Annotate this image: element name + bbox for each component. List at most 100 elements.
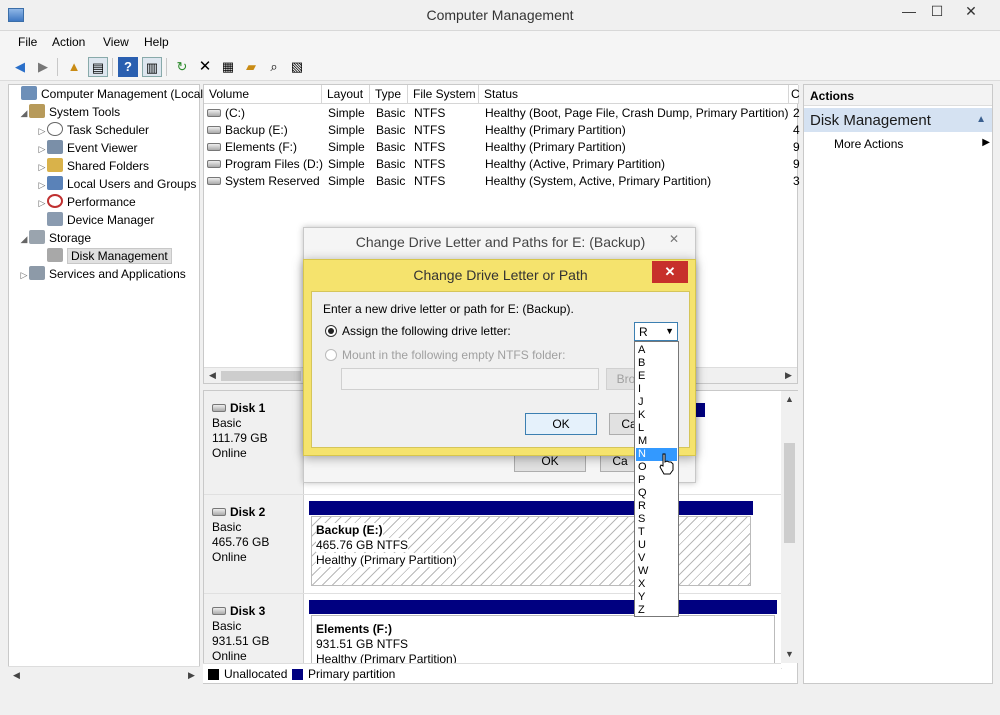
column-header-file-system[interactable]: File System xyxy=(408,85,479,104)
column-header-layout[interactable]: Layout xyxy=(322,85,370,104)
dialog-close-icon[interactable]: ✕ xyxy=(652,261,688,283)
dropdown-option-u[interactable]: U xyxy=(636,539,677,552)
toolbar-separator xyxy=(166,58,167,76)
dropdown-option-z[interactable]: Z xyxy=(636,604,677,617)
table-row[interactable]: Program Files (D:) Simple Basic NTFS Hea… xyxy=(207,156,800,173)
actions-pane: Actions Disk Management ▲ More Actions ▶ xyxy=(803,84,993,684)
ok-button[interactable]: OK xyxy=(525,413,597,435)
up-folder-icon[interactable]: ▲ xyxy=(64,57,84,77)
scrollbar-thumb[interactable] xyxy=(221,371,301,381)
menu-help[interactable]: Help xyxy=(144,35,169,49)
dropdown-option-l[interactable]: L xyxy=(636,422,677,435)
shared-folder-icon xyxy=(47,158,63,172)
show-hide-action-pane-icon[interactable]: ▥ xyxy=(142,57,162,77)
tree-item-computer-management[interactable]: Computer Management (Local xyxy=(11,86,203,104)
scrollbar-thumb[interactable] xyxy=(784,443,795,543)
users-icon xyxy=(47,176,63,190)
export-list-icon[interactable]: ▧ xyxy=(287,57,307,77)
chevron-down-icon[interactable]: ▼ xyxy=(665,326,674,336)
dropdown-option-b[interactable]: B xyxy=(636,357,677,370)
tree-item-services-applications[interactable]: ▷ Services and Applications xyxy=(11,266,199,284)
tree-item-disk-management[interactable]: Disk Management xyxy=(11,248,199,266)
tree-item-local-users-groups[interactable]: ▷ Local Users and Groups xyxy=(11,176,199,194)
close-button[interactable]: ✕ xyxy=(955,0,987,24)
actions-section-disk-management[interactable]: Disk Management ▲ xyxy=(804,108,992,132)
tree-item-shared-folders[interactable]: ▷ Shared Folders xyxy=(11,158,199,176)
disk-pane-vscrollbar[interactable]: ▲ ▼ xyxy=(781,391,798,663)
expand-arrow-icon[interactable]: ▷ xyxy=(37,198,47,209)
delete-icon[interactable]: ✕ xyxy=(195,57,215,77)
help-icon[interactable]: ? xyxy=(118,57,138,77)
maximize-button[interactable]: ☐ xyxy=(921,0,953,24)
drive-letter-select[interactable]: R ▼ xyxy=(634,322,678,341)
back-arrow-icon[interactable]: ◀ xyxy=(10,57,30,77)
refresh-icon[interactable]: ↻ xyxy=(172,57,192,77)
properties-icon[interactable]: ▦ xyxy=(218,57,238,77)
dropdown-option-t[interactable]: T xyxy=(636,526,677,539)
dropdown-option-a[interactable]: A xyxy=(636,344,677,357)
dropdown-option-j[interactable]: J xyxy=(636,396,677,409)
dropdown-option-v[interactable]: V xyxy=(636,552,677,565)
expand-arrow-icon[interactable]: ▷ xyxy=(37,126,47,137)
expand-arrow-icon[interactable]: ▷ xyxy=(37,144,47,155)
dropdown-option-r[interactable]: R xyxy=(636,500,677,513)
submenu-arrow-icon: ▶ xyxy=(982,137,990,148)
column-header-status[interactable]: Status xyxy=(479,85,789,104)
column-header-type[interactable]: Type xyxy=(370,85,408,104)
partition-backup[interactable]: Backup (E:) 465.76 GB NTFS Healthy (Prim… xyxy=(311,516,751,586)
dropdown-option-s[interactable]: S xyxy=(636,513,677,526)
table-row[interactable]: System Reserved Simple Basic NTFS Health… xyxy=(207,173,800,190)
tree-item-storage[interactable]: ◢ Storage xyxy=(11,230,199,248)
column-header-volume[interactable]: Volume xyxy=(204,85,322,104)
tree-item-performance[interactable]: ▷ Performance xyxy=(11,194,199,212)
menu-view[interactable]: View xyxy=(103,35,129,49)
menu-file[interactable]: File xyxy=(18,35,37,49)
drive-letter-dropdown-list: ABEIJKLMNOPQRSTUVWXYZ xyxy=(634,341,679,617)
dropdown-option-y[interactable]: Y xyxy=(636,591,677,604)
mount-folder-path-input[interactable] xyxy=(341,368,599,390)
more-actions-item[interactable]: More Actions ▶ xyxy=(834,137,990,151)
scroll-left-arrow-icon[interactable]: ◀ xyxy=(204,367,221,384)
menu-action[interactable]: Action xyxy=(52,35,85,49)
collapse-arrow-icon[interactable]: ◢ xyxy=(19,234,29,245)
table-row[interactable]: (C:) Simple Basic NTFS Healthy (Boot, Pa… xyxy=(207,105,800,122)
dropdown-option-i[interactable]: I xyxy=(636,383,677,396)
forward-arrow-icon[interactable]: ▶ xyxy=(33,57,53,77)
disk-row-3[interactable]: Disk 3 Basic 931.51 GB Online Elements (… xyxy=(204,594,782,669)
partition-elements[interactable]: Elements (F:) 931.51 GB NTFS Healthy (Pr… xyxy=(311,615,775,669)
tree-item-task-scheduler[interactable]: ▷ Task Scheduler xyxy=(11,122,199,140)
open-folder-icon[interactable]: ▰ xyxy=(241,57,261,77)
scroll-right-arrow-icon[interactable]: ▶ xyxy=(780,367,797,384)
table-row[interactable]: Backup (E:) Simple Basic NTFS Healthy (P… xyxy=(207,122,800,139)
tree-item-device-manager[interactable]: Device Manager xyxy=(11,212,199,230)
toolbar: ◀ ▶ ▲ ▤ ? ▥ ↻ ✕ ▦ ▰ ⌕ ▧ xyxy=(0,53,1000,81)
expand-arrow-icon[interactable]: ▷ xyxy=(37,180,47,191)
disk-row-2[interactable]: Disk 2 Basic 465.76 GB Online Backup (E:… xyxy=(204,495,782,594)
expand-arrow-icon[interactable]: ▷ xyxy=(37,162,47,173)
show-hide-tree-icon[interactable]: ▤ xyxy=(88,57,108,77)
assign-letter-radio[interactable] xyxy=(325,325,337,337)
dropdown-option-q[interactable]: Q xyxy=(636,487,677,500)
dropdown-option-w[interactable]: W xyxy=(636,565,677,578)
dropdown-option-p[interactable]: P xyxy=(636,474,677,487)
scroll-right-arrow-icon[interactable]: ▶ xyxy=(183,667,200,684)
scroll-left-arrow-icon[interactable]: ◀ xyxy=(8,667,25,684)
column-header-capacity[interactable]: C xyxy=(789,85,800,104)
tree-item-event-viewer[interactable]: ▷ Event Viewer xyxy=(11,140,199,158)
tree-item-system-tools[interactable]: ◢ System Tools xyxy=(11,104,199,122)
collapse-arrow-icon[interactable]: ◢ xyxy=(19,108,29,119)
scroll-down-arrow-icon[interactable]: ▼ xyxy=(781,646,798,663)
tree-horizontal-scrollbar[interactable]: ◀ ▶ xyxy=(8,666,200,684)
dropdown-option-k[interactable]: K xyxy=(636,409,677,422)
collapse-icon[interactable]: ▲ xyxy=(976,114,986,125)
table-row[interactable]: Elements (F:) Simple Basic NTFS Healthy … xyxy=(207,139,800,156)
expand-arrow-icon[interactable]: ▷ xyxy=(19,270,29,281)
scroll-up-arrow-icon[interactable]: ▲ xyxy=(781,391,798,408)
dropdown-option-e[interactable]: E xyxy=(636,370,677,383)
search-icon[interactable]: ⌕ xyxy=(264,57,284,77)
assign-letter-label: Assign the following drive letter: xyxy=(342,324,511,338)
dropdown-option-x[interactable]: X xyxy=(636,578,677,591)
mount-folder-radio[interactable] xyxy=(325,349,337,361)
dialog-close-icon[interactable]: ✕ xyxy=(661,230,687,248)
dropdown-option-m[interactable]: M xyxy=(636,435,677,448)
